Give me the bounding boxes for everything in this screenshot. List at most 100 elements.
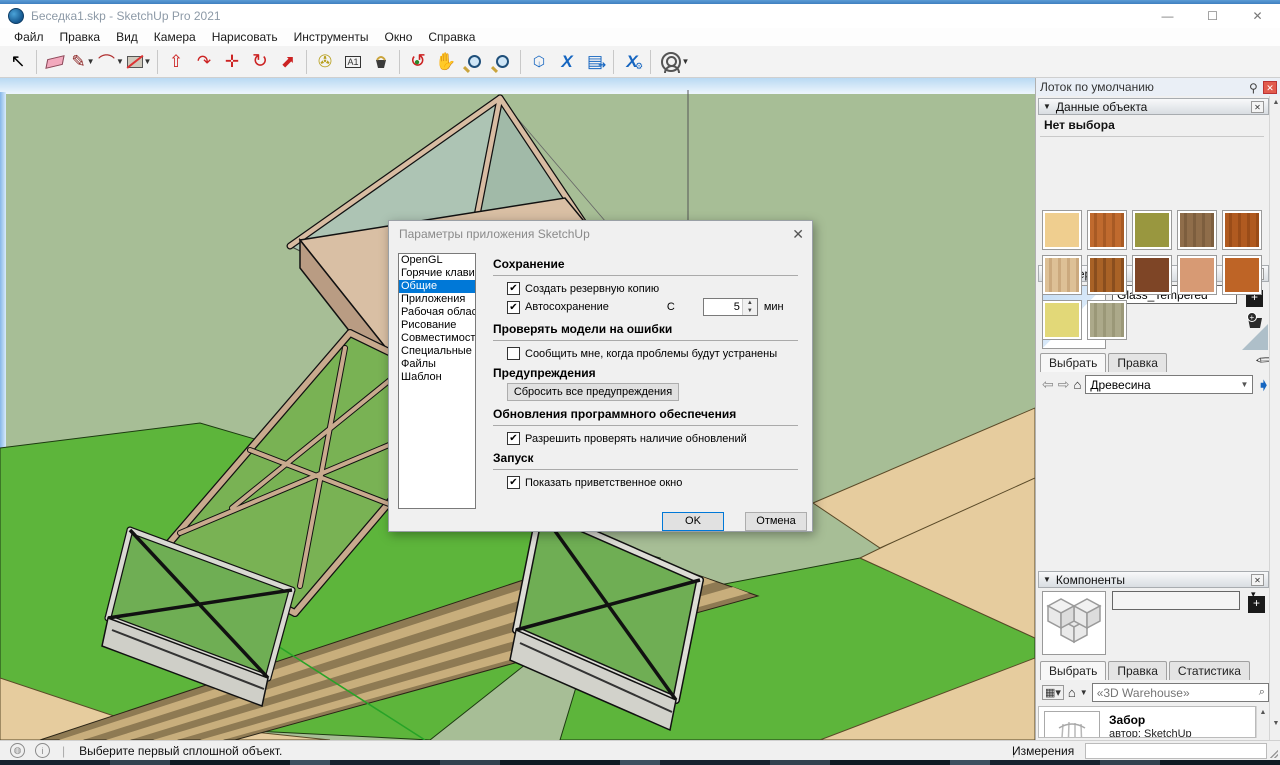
material-swatch[interactable] xyxy=(1042,300,1082,340)
tab-выбрать[interactable]: Выбрать xyxy=(1040,661,1106,680)
home-dropdown-icon[interactable]: ▼ xyxy=(1080,688,1088,697)
menu-справка[interactable]: Справка xyxy=(420,29,483,45)
components-header[interactable]: ▼ Компоненты ✕ xyxy=(1038,571,1269,588)
tape-measure-tool[interactable]: ✇ xyxy=(311,48,339,76)
scroll-up-icon[interactable]: ▲ xyxy=(1270,96,1280,109)
menu-файл[interactable]: Файл xyxy=(6,29,52,45)
extension-warehouse-button[interactable]: X⚙ xyxy=(618,48,646,76)
credits-icon[interactable]: i xyxy=(35,743,50,758)
tab-правка[interactable]: Правка xyxy=(1108,353,1167,372)
scroll-up-icon[interactable]: ▲ xyxy=(1257,706,1269,719)
share-model-button[interactable]: X xyxy=(553,48,581,76)
account-button[interactable]: ▼ xyxy=(655,48,695,76)
material-swatch[interactable] xyxy=(1042,255,1082,295)
backup-checkbox-row[interactable]: ✔Создать резервную копию xyxy=(507,282,798,295)
autosave-checkbox-row[interactable]: ✔ Автосохранение С ▲▼ мин xyxy=(507,298,798,316)
3d-warehouse-button[interactable]: ⬡↓ xyxy=(525,48,553,76)
material-swatch[interactable] xyxy=(1087,210,1127,250)
menu-вид[interactable]: Вид xyxy=(108,29,146,45)
material-swatch[interactable] xyxy=(1087,255,1127,295)
tray-close-icon[interactable]: ✕ xyxy=(1263,81,1277,94)
measurements-input[interactable] xyxy=(1085,743,1267,759)
pin-icon[interactable] xyxy=(1249,81,1257,93)
rectangle-tool[interactable]: ▼ xyxy=(125,48,153,76)
reset-warnings-button[interactable]: Сбросить все предупреждения xyxy=(507,383,679,401)
search-icon[interactable]: ⌕ xyxy=(1256,686,1268,699)
component-search[interactable]: ⌕ xyxy=(1092,683,1269,702)
material-swatch[interactable] xyxy=(1087,300,1127,340)
menu-инструменты[interactable]: Инструменты xyxy=(286,29,377,45)
close-button[interactable]: ✕ xyxy=(1235,4,1280,28)
share-component-button[interactable]: ▤➜ xyxy=(581,48,609,76)
category-item[interactable]: Горячие клавиши xyxy=(399,267,475,280)
category-item[interactable]: Файлы xyxy=(399,358,475,371)
category-item[interactable]: Рабочая область xyxy=(399,306,475,319)
preferences-category-list[interactable]: OpenGLГорячие клавишиОбщиеПриложенияРабо… xyxy=(398,253,476,509)
checkbox-checked-icon[interactable]: ✔ xyxy=(507,282,520,295)
welcome-checkbox-row[interactable]: ✔Показать приветственное окно xyxy=(507,476,798,489)
entity-info-header[interactable]: ▼ Данные объекта ✕ xyxy=(1038,98,1269,115)
geolocation-icon[interactable]: ◍ xyxy=(10,743,25,758)
tray-scrollbar[interactable]: ▲ ▼ xyxy=(1269,96,1280,740)
checkbox-checked-icon[interactable]: ✔ xyxy=(507,301,520,314)
pan-tool[interactable]: ✋ xyxy=(432,48,460,76)
category-item[interactable]: Специальные воз xyxy=(399,345,475,358)
material-swatch[interactable] xyxy=(1177,210,1217,250)
category-item[interactable]: OpenGL xyxy=(399,254,475,267)
maximize-button[interactable]: ☐ xyxy=(1190,4,1235,28)
category-item[interactable]: Шаблон xyxy=(399,371,475,384)
material-swatch[interactable] xyxy=(1222,210,1262,250)
material-swatch[interactable] xyxy=(1132,210,1172,250)
category-item[interactable]: Общие xyxy=(399,280,475,293)
component-search-input[interactable] xyxy=(1093,686,1256,700)
minimize-button[interactable]: — xyxy=(1145,4,1190,28)
select-tool[interactable]: ↖ xyxy=(4,48,32,76)
cancel-button[interactable]: Отмена xyxy=(745,512,807,531)
menu-окно[interactable]: Окно xyxy=(376,29,420,45)
spin-up-icon[interactable]: ▲ xyxy=(743,299,757,307)
material-swatch[interactable] xyxy=(1042,210,1082,250)
tab-правка[interactable]: Правка xyxy=(1108,661,1167,680)
line-tool[interactable]: ✎▼ xyxy=(69,48,97,76)
category-item[interactable]: Приложения xyxy=(399,293,475,306)
notify-checkbox-row[interactable]: Сообщить мне, когда проблемы будут устра… xyxy=(507,347,798,360)
scale-tool[interactable]: ⬈ xyxy=(274,48,302,76)
tab-выбрать[interactable]: Выбрать xyxy=(1040,353,1106,372)
text-tool[interactable]: A1 xyxy=(339,48,367,76)
back-icon[interactable]: ⇦ xyxy=(1042,376,1054,393)
home-icon[interactable]: ⌂ xyxy=(1073,377,1081,392)
resize-grip[interactable] xyxy=(1270,750,1278,758)
arc-tool[interactable]: ⌒▼ xyxy=(97,48,125,76)
view-options-icon[interactable]: ▦▾ xyxy=(1042,685,1064,700)
collapse-icon[interactable]: ▼ xyxy=(1043,102,1051,111)
updates-checkbox-row[interactable]: ✔Разрешить проверять наличие обновлений xyxy=(507,432,798,445)
rotate-tool[interactable]: ↻ xyxy=(246,48,274,76)
add-component-button[interactable]: + xyxy=(1248,596,1265,613)
zoom-extents-tool[interactable]: ✕ xyxy=(488,48,516,76)
category-item[interactable]: Рисование xyxy=(399,319,475,332)
autosave-minutes-spinner[interactable]: ▲▼ xyxy=(703,298,758,316)
menu-правка[interactable]: Правка xyxy=(52,29,109,45)
material-swatch[interactable] xyxy=(1132,255,1172,295)
menu-камера[interactable]: Камера xyxy=(146,29,204,45)
checkbox-unchecked-icon[interactable] xyxy=(507,347,520,360)
entity-info-close-icon[interactable]: ✕ xyxy=(1251,101,1264,113)
collapse-icon[interactable]: ▼ xyxy=(1043,575,1051,584)
component-name-field[interactable] xyxy=(1112,591,1240,610)
dialog-titlebar[interactable]: Параметры приложения SketchUp xyxy=(389,221,812,247)
tab-статистика[interactable]: Статистика xyxy=(1169,661,1250,680)
home-icon[interactable]: ⌂ xyxy=(1068,685,1076,700)
material-swatch[interactable] xyxy=(1222,255,1262,295)
category-item[interactable]: Совместимость xyxy=(399,332,475,345)
eraser-tool[interactable] xyxy=(41,48,69,76)
paint-bucket-tool[interactable] xyxy=(367,48,395,76)
follow-me-tool[interactable]: ↷ xyxy=(190,48,218,76)
zoom-tool[interactable] xyxy=(460,48,488,76)
tray-header[interactable]: Лоток по умолчанию ✕ xyxy=(1036,78,1280,96)
dialog-close-icon[interactable]: ✕ xyxy=(792,226,804,243)
autosave-minutes-input[interactable] xyxy=(704,299,742,315)
spin-down-icon[interactable]: ▼ xyxy=(743,307,757,315)
ok-button[interactable]: OK xyxy=(662,512,724,531)
material-category-select[interactable]: Древесина▼ xyxy=(1085,375,1253,394)
checkbox-checked-icon[interactable]: ✔ xyxy=(507,476,520,489)
